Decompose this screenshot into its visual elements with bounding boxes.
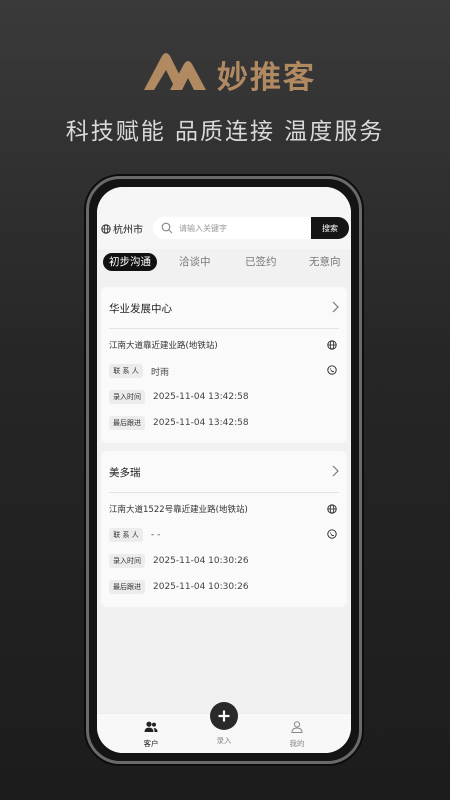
bottom-nav: 客户 录入 我的 (97, 702, 351, 753)
customer-card[interactable]: 华业发展中心 江南大道靠近建业路(地铁站) 联 系 人 时雨 录入时间 2025… (101, 287, 347, 443)
entry-time-value: 2025-11-04 10:30:26 (153, 556, 249, 566)
entry-time-row: 录入时间 2025-11-04 13:42:58 (109, 390, 249, 404)
follow-time-label: 最后跟进 (109, 416, 145, 430)
search-input[interactable] (179, 223, 299, 233)
status-tabs: 初步沟通 洽谈中 已签约 无意向 (97, 249, 351, 277)
follow-time-label: 最后跟进 (109, 580, 145, 594)
contact-row: 联 系 人 - - (109, 528, 160, 542)
entry-time-value: 2025-11-04 13:42:58 (153, 392, 249, 402)
follow-time-row: 最后跟进 2025-11-04 10:30:26 (109, 580, 249, 594)
nav-mine[interactable]: 我的 (277, 718, 317, 749)
brand-logo-icon (144, 53, 206, 90)
divider (109, 328, 339, 329)
nav-customers-label: 客户 (143, 739, 159, 748)
brand-name: 妙推客 (217, 60, 316, 96)
search-row: 杭州市 搜索 (97, 187, 351, 249)
add-button[interactable] (210, 702, 238, 730)
follow-time-row: 最后跟进 2025-11-04 13:42:58 (109, 416, 249, 430)
search-icon (161, 222, 173, 234)
globe-icon[interactable] (327, 340, 337, 350)
phone-frame: 杭州市 搜索 初步沟通 洽谈中 已签约 无意向 华业发展中心 (86, 176, 362, 764)
slogan: 科技赋能 品质连接 温度服务 (65, 119, 385, 145)
nav-add-label: 录入 (216, 736, 232, 745)
phone-icon[interactable] (327, 365, 337, 375)
user-icon (291, 721, 303, 733)
globe-icon[interactable] (327, 504, 337, 514)
customer-card[interactable]: 美多瑞 江南大道1522号靠近建业路(地铁站) 联 系 人 - - 录入时间 2… (101, 451, 347, 607)
nav-customers[interactable]: 客户 (131, 718, 171, 749)
entry-time-label: 录入时间 (109, 554, 145, 568)
entry-time-label: 录入时间 (109, 390, 145, 404)
customer-name: 华业发展中心 (109, 303, 172, 315)
follow-time-value: 2025-11-04 10:30:26 (153, 582, 249, 592)
phone-icon[interactable] (327, 529, 337, 539)
contact-label: 联 系 人 (109, 528, 143, 542)
contact-row: 联 系 人 时雨 (109, 364, 169, 378)
brand-header: 妙推客 (0, 48, 450, 98)
follow-time-value: 2025-11-04 13:42:58 (153, 418, 249, 428)
plus-icon (218, 710, 230, 722)
app-screen: 杭州市 搜索 初步沟通 洽谈中 已签约 无意向 华业发展中心 (97, 187, 351, 753)
chevron-right-icon (332, 301, 339, 313)
search-box: 搜索 (153, 217, 349, 239)
city-label: 杭州市 (113, 225, 143, 236)
contact-label: 联 系 人 (109, 364, 143, 378)
chevron-right-icon (332, 465, 339, 477)
globe-icon (101, 223, 111, 234)
entry-time-row: 录入时间 2025-11-04 10:30:26 (109, 554, 249, 568)
tab-negotiating[interactable]: 洽谈中 (179, 253, 211, 271)
contact-value: - - (151, 530, 161, 540)
tab-no-intent[interactable]: 无意向 (309, 253, 341, 271)
search-button[interactable]: 搜索 (311, 217, 349, 239)
customer-name: 美多瑞 (109, 467, 141, 479)
nav-mine-label: 我的 (289, 739, 305, 748)
nav-add[interactable]: 录入 (204, 734, 244, 746)
divider (109, 492, 339, 493)
customer-address: 江南大道1522号靠近建业路(地铁站) (109, 505, 248, 515)
customer-address: 江南大道靠近建业路(地铁站) (109, 341, 218, 351)
city-selector[interactable]: 杭州市 (101, 221, 143, 236)
contact-value: 时雨 (151, 367, 170, 378)
users-icon (144, 721, 158, 732)
tab-signed[interactable]: 已签约 (245, 253, 277, 271)
tab-initial-contact[interactable]: 初步沟通 (103, 253, 157, 271)
